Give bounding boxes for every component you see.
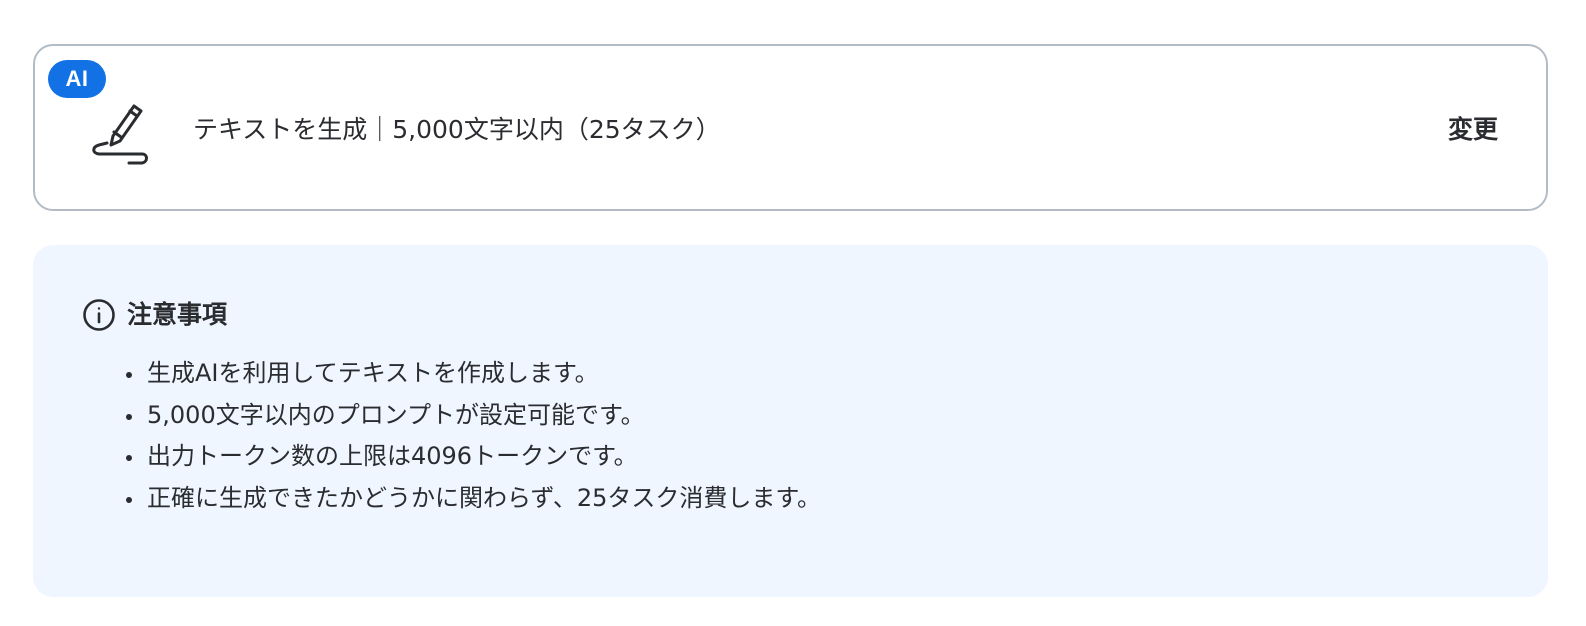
- list-item: 正確に生成できたかどうかに関わらず、25タスク消費します。: [145, 478, 821, 520]
- list-item: 出力トークン数の上限は4096トークンです。: [145, 436, 821, 478]
- action-title: テキストを生成｜5,000文字以内（25タスク）: [193, 115, 721, 144]
- notes-list: 生成AIを利用してテキストを作成します。 5,000文字以内のプロンプトが設定可…: [145, 353, 821, 519]
- ai-badge: AI: [48, 60, 106, 98]
- change-button[interactable]: 変更: [1446, 108, 1500, 152]
- list-item: 生成AIを利用してテキストを作成します。: [145, 353, 821, 395]
- pen-writing-icon: [92, 104, 148, 165]
- notes-title: 注意事項: [127, 300, 228, 329]
- notes-header: 注意事項: [81, 295, 227, 335]
- notes-panel: 注意事項 生成AIを利用してテキストを作成します。 5,000文字以内のプロンプ…: [33, 245, 1548, 597]
- list-item: 5,000文字以内のプロンプトが設定可能です。: [145, 395, 821, 437]
- action-card: AI テキストを生成｜5,000文字以内（25タスク） 変更: [33, 44, 1548, 211]
- info-icon: [83, 299, 115, 331]
